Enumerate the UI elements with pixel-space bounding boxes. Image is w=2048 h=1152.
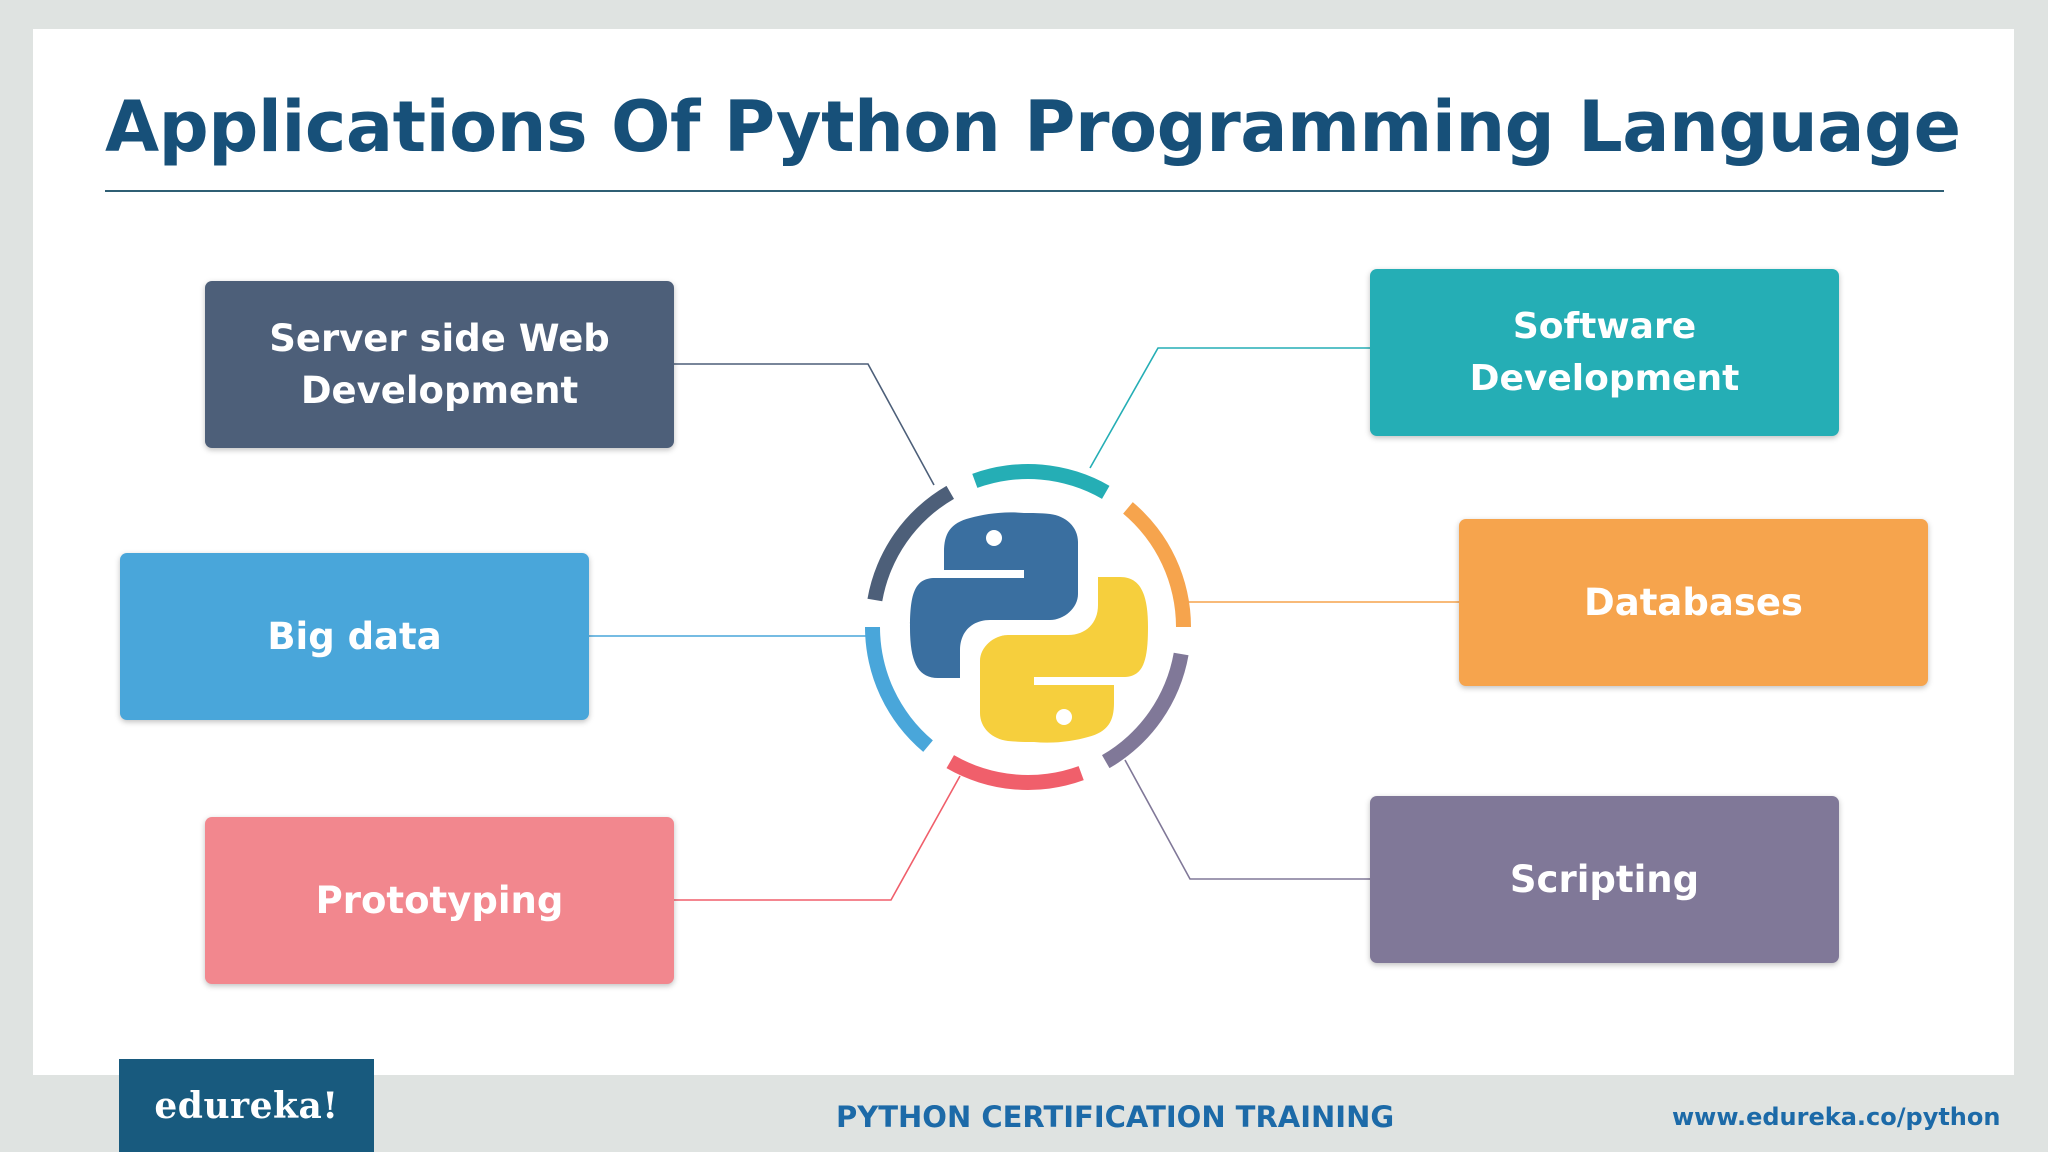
connector-server-side (674, 363, 935, 486)
box-prototyping: Prototyping (205, 817, 674, 984)
logo-text: edureka! (154, 1084, 339, 1127)
footer-course-title: PYTHON CERTIFICATION TRAINING (836, 1100, 1395, 1134)
box-big-data: Big data (120, 553, 589, 720)
edureka-logo: edureka! (119, 1059, 374, 1152)
ring-segment-red (946, 755, 1084, 791)
box-label: Big data (267, 614, 442, 658)
connector-prototyping (674, 775, 961, 901)
box-label: Prototyping (315, 878, 564, 922)
box-scripting: Scripting (1370, 796, 1839, 963)
box-server-side-web-development: Server side Web Development (205, 281, 674, 448)
box-label: Scripting (1509, 857, 1700, 901)
connector-software (1089, 347, 1370, 469)
python-logo-icon (910, 512, 1148, 743)
python-eye-top (986, 530, 1002, 546)
connector-lines (589, 347, 1459, 901)
python-eye-bottom (1056, 709, 1072, 725)
connector-scripting (1124, 759, 1370, 880)
box-label: Software Development (1469, 305, 1740, 399)
box-label: Databases (1584, 580, 1803, 624)
box-software-development: Software Development (1370, 269, 1839, 436)
box-label: Server side Web Development (269, 316, 610, 412)
ring-segment-teal (972, 463, 1110, 499)
box-databases: Databases (1459, 519, 1928, 686)
footer-url: www.edureka.co/python (1672, 1103, 2001, 1131)
